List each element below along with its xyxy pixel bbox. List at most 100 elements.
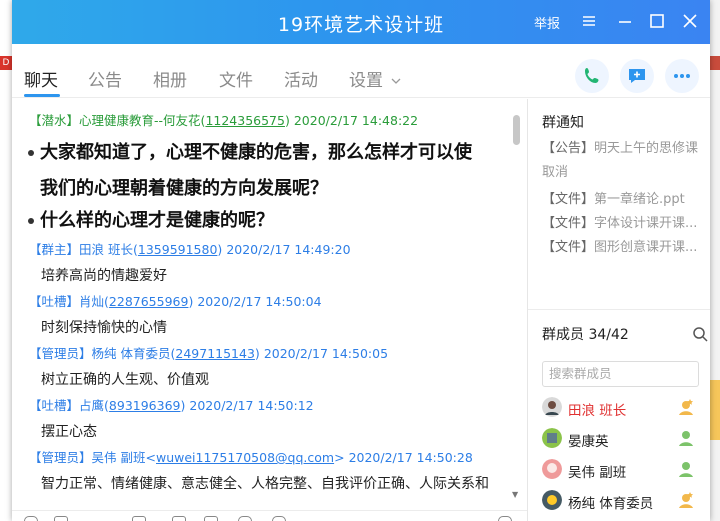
notice-item[interactable]: 【文件】第一章绪论.ppt xyxy=(542,188,702,207)
message-header: 【吐槽】肖灿(2287655969) 2020/2/17 14:50:04 xyxy=(29,294,322,309)
chat-message-area[interactable]: 【潜水】心理健康教育--何友花(1124356575) 2020/2/17 14:… xyxy=(12,99,527,499)
member-name: 晏康英 xyxy=(568,434,609,450)
maximize-icon[interactable] xyxy=(646,10,668,32)
member-item[interactable]: 田浪 班长 xyxy=(542,397,707,421)
message-text: 摆正心态 xyxy=(41,424,97,440)
admin-badge-icon xyxy=(679,492,693,508)
tab-announcements[interactable]: 公告 xyxy=(88,66,122,91)
member-item[interactable]: 杨纯 体育委员 xyxy=(542,490,707,514)
sender-id-link[interactable]: 1359591580 xyxy=(138,242,218,257)
avatar xyxy=(542,459,562,479)
group-notice-title[interactable]: 群通知 xyxy=(542,112,584,132)
group-members-title: 群成员 34/42 xyxy=(542,327,629,343)
member-name: 杨纯 体育委员 xyxy=(568,496,654,512)
sender-name[interactable]: 肖灿 xyxy=(79,294,104,309)
message-text: 时刻保持愉快的心情 xyxy=(41,320,167,336)
avatar xyxy=(542,428,562,448)
notice-item[interactable]: 【公告】明天上午的思修课 xyxy=(542,137,702,156)
message-header: 【管理员】吴伟 副班<wuwei1175170508@qq.com> 2020/2… xyxy=(29,450,473,465)
background-yellow-bar xyxy=(710,380,720,440)
tab-files[interactable]: 文件 xyxy=(219,66,253,91)
sender-email-link[interactable]: wuwei1175170508@qq.com xyxy=(156,450,334,465)
window-title: 19环境艺术设计班 xyxy=(277,14,445,36)
report-link[interactable]: 举报 xyxy=(534,13,560,32)
background-red-bar xyxy=(710,56,720,70)
scroll-down-arrow-icon[interactable]: ▼ xyxy=(512,491,522,499)
owner-badge-icon xyxy=(679,399,693,415)
tab-activities[interactable]: 活动 xyxy=(284,66,318,91)
member-badge-icon xyxy=(679,431,693,446)
menu-icon[interactable] xyxy=(578,10,600,32)
group-chat-window: 19环境艺术设计班 举报 聊天 公告 相册 文件 活动 设置 【潜水】心理健康教… xyxy=(12,0,710,521)
message-text: 树立正确的人生观、价值观 xyxy=(41,372,209,388)
message-header: 【潜水】心理健康教育--何友花(1124356575) 2020/2/17 14:… xyxy=(29,113,419,128)
notice-item[interactable]: 取消 xyxy=(542,161,702,180)
history-icon[interactable] xyxy=(498,516,512,521)
voice-call-button[interactable] xyxy=(575,59,609,93)
message-text: 什么样的心理才是健康的呢？ xyxy=(28,206,274,232)
message-add-button[interactable] xyxy=(620,59,654,93)
avatar xyxy=(542,397,562,417)
message-header: 【吐槽】占鹰(893196369) 2020/2/17 14:50:12 xyxy=(29,398,314,413)
member-search-input[interactable]: 搜索群成员 xyxy=(542,361,699,387)
image-icon[interactable] xyxy=(204,516,218,521)
close-icon[interactable] xyxy=(679,10,701,32)
message-text: 大家都知道了，心理不健康的危害，那么怎样才可以使 xyxy=(28,138,472,164)
notice-item[interactable]: 【文件】图形创意课开课... xyxy=(542,236,702,255)
message-text: 智力正常、情绪健康、意志健全、人格完整、自我评价正确、人际关系和 xyxy=(41,476,489,492)
member-name: 田浪 班长 xyxy=(568,403,627,419)
gif-icon[interactable] xyxy=(54,516,68,521)
scissors-icon[interactable] xyxy=(100,516,114,521)
more-tools-icon[interactable] xyxy=(272,516,286,521)
message-text: 我们的心理朝着健康的方向发展呢？ xyxy=(40,178,328,199)
sender-name[interactable]: 占鹰 xyxy=(79,398,104,413)
message-time: 2020/2/17 14:50:12 xyxy=(189,398,314,413)
sender-id-link[interactable]: 1124356575 xyxy=(205,113,285,128)
sender-name[interactable]: 吴伟 副班 xyxy=(92,450,146,465)
message-header: 【群主】田浪 班长(1359591580) 2020/2/17 14:49:20 xyxy=(29,242,351,257)
tab-bar: 聊天 公告 相册 文件 活动 设置 xyxy=(12,44,710,98)
sender-id-link[interactable]: 2287655969 xyxy=(109,294,189,309)
tab-chat[interactable]: 聊天 xyxy=(24,66,58,91)
sender-name[interactable]: 杨纯 体育委员 xyxy=(92,346,171,361)
active-tab-indicator xyxy=(24,94,60,97)
sender-id-link[interactable]: 2497115143 xyxy=(175,346,255,361)
message-time: 2020/2/17 14:50:05 xyxy=(263,346,389,361)
tab-album[interactable]: 相册 xyxy=(153,66,187,91)
member-name: 吴伟 副班 xyxy=(568,465,627,481)
message-text: 培养高尚的情趣爱好 xyxy=(41,268,167,284)
chat-add-icon xyxy=(629,69,645,83)
background-window-right xyxy=(710,0,720,521)
member-item[interactable]: 晏康英 xyxy=(542,428,707,452)
tab-settings-label: 设置 xyxy=(349,71,383,91)
message-time: 2020/2/17 14:49:20 xyxy=(226,242,351,257)
tab-settings[interactable]: 设置 xyxy=(349,66,402,91)
minimize-icon[interactable] xyxy=(614,10,636,32)
chat-scrollbar-thumb[interactable] xyxy=(513,115,520,145)
message-time: 2020/2/17 14:50:28 xyxy=(348,450,473,465)
document-icon[interactable] xyxy=(172,516,186,521)
sender-id-link[interactable]: 893196369 xyxy=(109,398,181,413)
title-bar[interactable]: 19环境艺术设计班 举报 xyxy=(12,0,710,44)
chevron-down-icon xyxy=(391,78,401,84)
panel-divider xyxy=(528,309,710,310)
microphone-icon[interactable] xyxy=(238,516,252,521)
notice-item[interactable]: 【文件】字体设计课开课... xyxy=(542,212,702,231)
phone-icon xyxy=(585,68,599,83)
more-icon xyxy=(674,74,690,78)
input-toolbar xyxy=(12,510,527,521)
member-item[interactable]: 吴伟 副班 xyxy=(542,459,707,483)
group-info-panel: 群通知 【公告】明天上午的思修课 取消 【文件】第一章绪论.ppt 【文件】字体… xyxy=(527,99,710,521)
avatar xyxy=(542,490,562,510)
emoji-icon[interactable] xyxy=(24,516,38,521)
background-window-left: D xyxy=(0,0,12,521)
message-header: 【管理员】杨纯 体育委员(2497115143) 2020/2/17 14:50:… xyxy=(29,346,389,361)
sender-name[interactable]: 心理健康教育--何友花 xyxy=(79,113,201,128)
more-button[interactable] xyxy=(665,59,699,93)
folder-icon[interactable] xyxy=(132,516,146,521)
background-red-tag: D xyxy=(0,56,12,70)
sender-name[interactable]: 田浪 班长 xyxy=(79,242,133,257)
member-badge-icon xyxy=(679,462,693,477)
search-icon[interactable] xyxy=(692,326,708,342)
message-time: 2020/2/17 14:50:04 xyxy=(197,294,322,309)
